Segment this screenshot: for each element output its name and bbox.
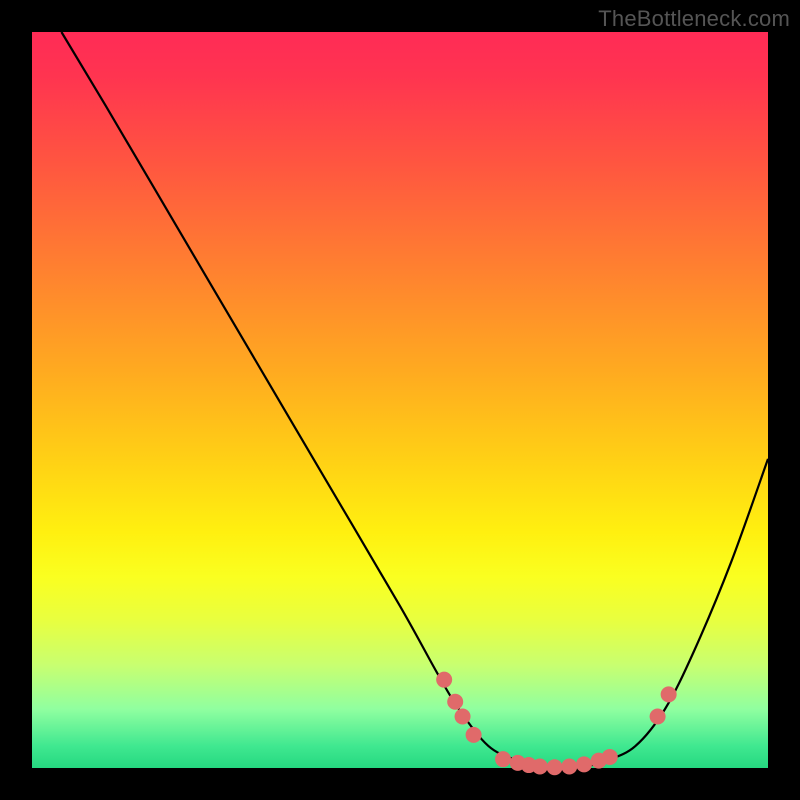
chart-container: TheBottleneck.com <box>0 0 800 800</box>
curve-path <box>61 32 768 769</box>
data-point <box>436 672 452 688</box>
data-point <box>532 759 548 775</box>
data-point <box>650 708 666 724</box>
data-point <box>661 686 677 702</box>
data-point <box>602 749 618 765</box>
data-point <box>576 756 592 772</box>
data-point <box>466 727 482 743</box>
data-point <box>547 759 563 775</box>
data-points <box>436 672 676 776</box>
bottleneck-curve <box>61 32 768 769</box>
data-point <box>561 759 577 775</box>
data-point <box>455 708 471 724</box>
watermark-text: TheBottleneck.com <box>598 6 790 32</box>
curve-svg <box>32 32 768 768</box>
data-point <box>447 694 463 710</box>
plot-area <box>32 32 768 768</box>
data-point <box>495 751 511 767</box>
